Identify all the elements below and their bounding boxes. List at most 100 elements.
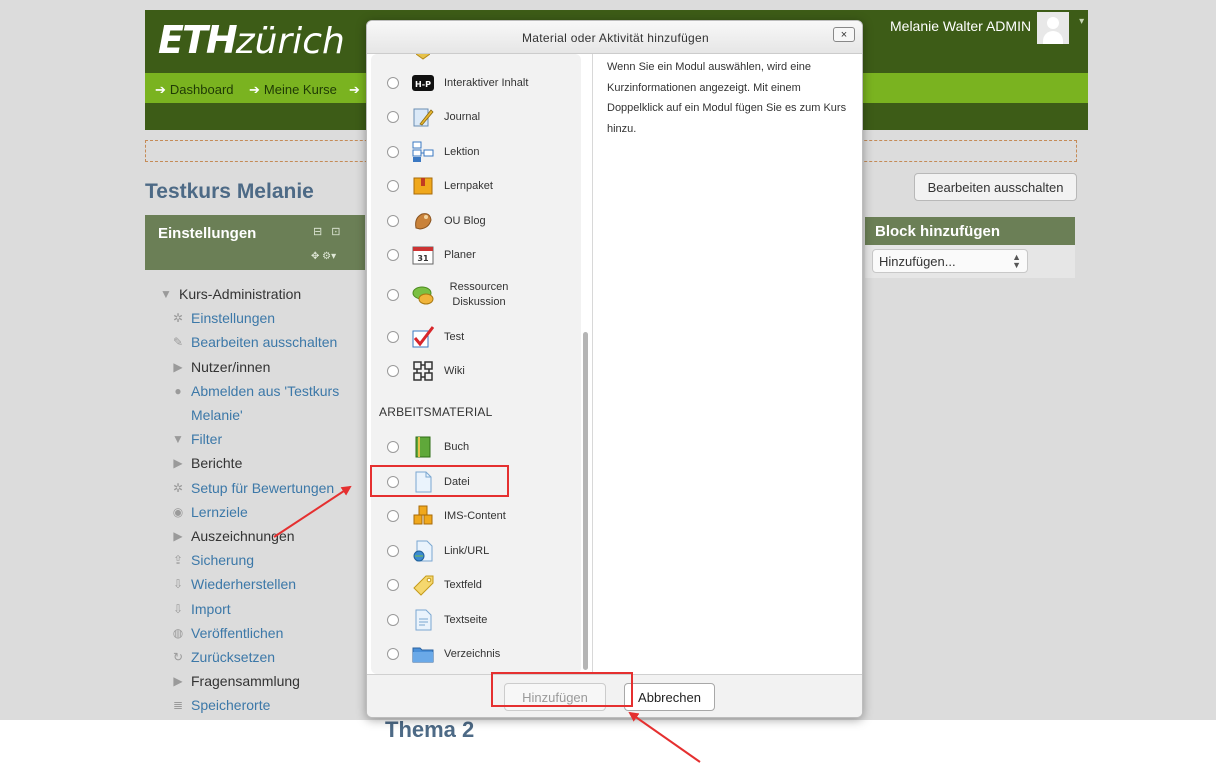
tree-item-label: Bearbeiten ausschalten	[191, 334, 338, 351]
lesson-icon	[412, 141, 434, 163]
close-button[interactable]: ×	[833, 27, 855, 42]
breadcrumb-item-dashboard[interactable]: ➔ Dashboard	[155, 82, 234, 98]
eth-logo[interactable]: ETHzürich	[158, 18, 345, 62]
option-test[interactable]: Test	[387, 322, 582, 352]
tree-item-label: Import	[191, 600, 231, 617]
radio-button[interactable]	[387, 579, 399, 591]
calendar-icon: 31	[412, 244, 434, 266]
option-textfeld[interactable]: Textfeld	[387, 570, 582, 600]
tree-item-veroeffentlichen[interactable]: ◍ Veröffentlichen	[159, 621, 359, 645]
tree-item-speicherorte[interactable]: ≣ Speicherorte	[159, 693, 359, 717]
radio-button[interactable]	[387, 180, 399, 192]
scrollbar-thumb[interactable]	[583, 332, 588, 670]
module-info-text: Wenn Sie ein Modul auswählen, wird eine …	[607, 61, 847, 135]
radio-button[interactable]	[387, 441, 399, 453]
radio-button[interactable]	[387, 146, 399, 158]
option-planer[interactable]: 31 Planer	[387, 240, 582, 270]
option-lernpaket[interactable]: Lernpaket	[387, 171, 582, 201]
arrow-right-icon: ➔	[155, 82, 166, 97]
user-icon: ●	[174, 383, 182, 398]
package-icon	[412, 175, 434, 197]
page-title: Testkurs Melanie	[145, 180, 314, 203]
option-ims-content[interactable]: IMS-Content	[387, 501, 582, 531]
tree-item-einstellungen[interactable]: ✲ Einstellungen	[159, 306, 359, 330]
tree-item-import[interactable]: ⇩ Import	[159, 597, 359, 621]
url-icon	[412, 540, 434, 562]
tree-item-kurs-administration[interactable]: ▼ Kurs-Administration	[159, 282, 359, 306]
panel-divider	[592, 54, 593, 674]
radio-button[interactable]	[387, 648, 399, 660]
option-journal[interactable]: Journal	[387, 102, 582, 132]
option-label: OU Blog	[444, 214, 486, 227]
tree-item-lernziele[interactable]: ◉ Lernziele	[159, 500, 359, 524]
option-buch[interactable]: Buch	[387, 432, 582, 462]
option-verzeichnis[interactable]: Verzeichnis	[387, 639, 582, 669]
user-name: Melanie Walter ADMIN	[890, 18, 1032, 34]
tree-item-label: Nutzer/innen	[191, 358, 271, 375]
caret-right-icon: ▶	[173, 529, 183, 544]
move-icon[interactable]: ✥ ⚙▾	[311, 251, 336, 262]
tree-item-fragensammlung[interactable]: ▶ Fragensammlung	[159, 669, 359, 693]
option-ressourcen-diskussion[interactable]: Ressourcen Diskussion	[387, 277, 582, 313]
user-menu[interactable]: Melanie Walter ADMIN ▾	[890, 12, 1085, 44]
filter-icon: ▼	[172, 432, 184, 447]
option-label: Interaktiver Inhalt	[444, 76, 529, 89]
option-ou-blog[interactable]: OU Blog	[387, 206, 582, 236]
radio-button[interactable]	[387, 545, 399, 557]
tree-item-setup-bewertungen[interactable]: ✲ Setup für Bewertungen	[159, 476, 359, 500]
option-label: Wiki	[444, 364, 465, 377]
blog-icon	[412, 210, 434, 232]
tree-item-berichte[interactable]: ▶ Berichte	[159, 451, 359, 475]
tree-item-wiederherstellen[interactable]: ⇩ Wiederherstellen	[159, 572, 359, 596]
radio-button[interactable]	[387, 111, 399, 123]
radio-button[interactable]	[387, 77, 399, 89]
cancel-button[interactable]: Abbrechen	[624, 683, 715, 711]
highlight-box-add-button	[491, 672, 633, 707]
add-block-select-value: Hinzufügen...	[879, 254, 956, 269]
radio-button[interactable]	[387, 331, 399, 343]
dock-icon[interactable]: ⊟ ⊡	[313, 225, 344, 238]
radio-button[interactable]	[387, 510, 399, 522]
radio-button[interactable]	[387, 614, 399, 626]
tree-item-filter[interactable]: ▼ Filter	[159, 427, 359, 451]
option-interaktiver-inhalt[interactable]: H-P Interaktiver Inhalt	[387, 68, 582, 98]
tree-item-zuruecksetzen[interactable]: ↻ Zurücksetzen	[159, 645, 359, 669]
caret-right-icon: ▶	[173, 359, 183, 374]
add-activity-dialog: Material oder Aktivität hinzufügen × H-P…	[366, 20, 863, 718]
folder-icon	[412, 643, 434, 665]
radio-button[interactable]	[387, 215, 399, 227]
tree-item-nutzer-innen[interactable]: ▶ Nutzer/innen	[159, 355, 359, 379]
select-arrows-icon: ▲ ▼	[1012, 252, 1021, 270]
breadcrumb-item-meine-kurse[interactable]: ➔ Meine Kurse	[249, 82, 337, 98]
tree-item-auszeichnungen[interactable]: ▶ Auszeichnungen	[159, 524, 359, 548]
tree-item-abmelden-cont[interactable]: Melanie'	[159, 403, 359, 427]
radio-button[interactable]	[387, 249, 399, 261]
chevron-down-icon: ▾	[1079, 16, 1085, 27]
tree-item-bearbeiten-ausschalten[interactable]: ✎ Bearbeiten ausschalten	[159, 330, 359, 354]
dialog-title: Material oder Aktivität hinzufügen	[367, 21, 862, 54]
module-options-list[interactable]: H-P Interaktiver Inhalt Journal Lektion	[367, 54, 592, 674]
option-link-url[interactable]: Link/URL	[387, 536, 582, 566]
resources-heading: ARBEITSMATERIAL	[379, 405, 493, 419]
option-label: Lernpaket	[444, 179, 493, 192]
logo-bold-text: ETH	[158, 18, 238, 62]
logo-light-text: zürich	[235, 21, 345, 62]
tree-item-label: Lernziele	[191, 503, 248, 520]
settings-block-body: ▼ Kurs-Administration ✲ Einstellungen ✎ Bea…	[145, 270, 365, 720]
edit-mode-button[interactable]: Bearbeiten ausschalten	[914, 173, 1077, 201]
option-textseite[interactable]: Textseite	[387, 605, 582, 635]
arrow-right-icon: ➔	[349, 82, 360, 97]
option-wiki[interactable]: Wiki	[387, 356, 582, 386]
radio-button[interactable]	[387, 365, 399, 377]
option-lektion[interactable]: Lektion	[387, 137, 582, 167]
quiz-icon	[412, 326, 435, 348]
settings-block-title: Einstellungen	[158, 225, 257, 242]
tree-item-sicherung[interactable]: ⇪ Sicherung	[159, 548, 359, 572]
tree-item-label: Wiederherstellen	[191, 576, 297, 593]
highlight-box-datei	[370, 465, 509, 497]
tree-item-abmelden[interactable]: ● Abmelden aus 'Testkurs	[159, 379, 359, 403]
option-label: Buch	[444, 440, 470, 453]
radio-button[interactable]	[387, 289, 399, 301]
option-label: Test	[444, 330, 465, 343]
add-block-select[interactable]: Hinzufügen... ▲ ▼	[872, 249, 1028, 273]
